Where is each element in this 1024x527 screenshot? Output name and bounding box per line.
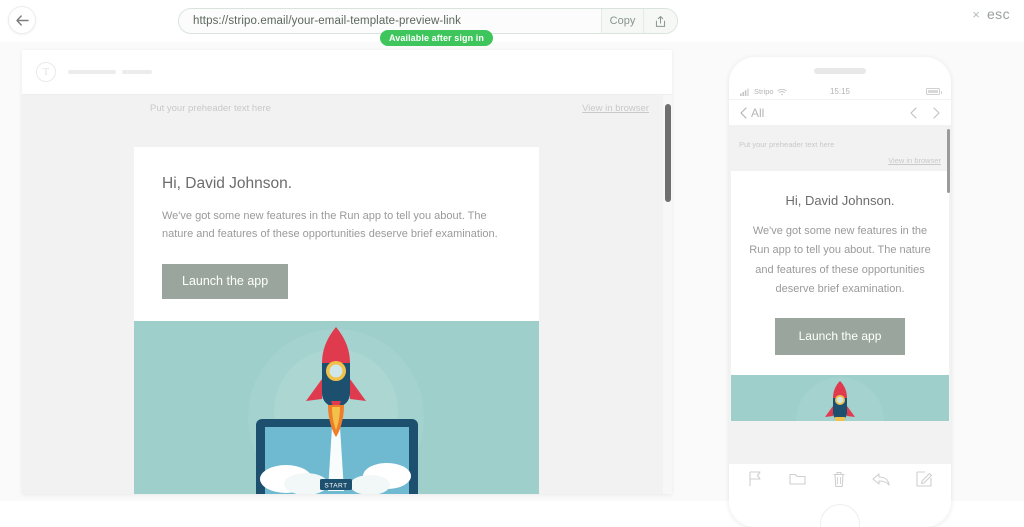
placeholder-bar (122, 70, 152, 74)
email-body: Hi, David Johnson. We've got some new fe… (134, 147, 539, 321)
phone-preheader-row: Put your preheader text here View in bro… (729, 126, 951, 171)
back-button[interactable] (8, 6, 36, 34)
close-preview-button[interactable]: × esc (972, 6, 1010, 22)
preheader-text: Put your preheader text here (150, 102, 271, 114)
share-export-icon (655, 15, 666, 27)
phone-hero-illustration (731, 375, 949, 421)
desktop-preview-panel: T Put your preheader text here View in b… (22, 50, 672, 494)
chevron-left-icon (740, 107, 747, 119)
view-in-browser-link[interactable]: View in browser (582, 103, 649, 114)
esc-label: esc (987, 6, 1010, 22)
user-avatar-icon: T (36, 62, 56, 82)
compose-icon[interactable] (916, 471, 932, 487)
phone-back-label: All (751, 106, 765, 120)
cellular-signal-icon (740, 88, 749, 96)
battery-icon (926, 88, 942, 95)
chevron-right-icon[interactable] (933, 107, 940, 119)
phone-cta-wrap: Launch the app (747, 318, 933, 375)
phone-email-paragraph: We've got some new features in the Run a… (749, 225, 931, 295)
svg-text:START: START (324, 483, 347, 490)
status-badge: Available after sign in (380, 30, 493, 46)
flag-icon[interactable] (748, 471, 763, 487)
close-icon: × (972, 6, 980, 22)
phone-view-in-browser-link[interactable]: View in browser (739, 156, 941, 165)
email-content-card: Hi, David Johnson. We've got some new fe… (134, 147, 539, 494)
email-greeting: Hi, David Johnson. (162, 175, 293, 192)
phone-email-card: Hi, David Johnson. We've got some new fe… (731, 171, 949, 375)
phone-mail-toolbar (729, 463, 951, 494)
folder-icon[interactable] (789, 471, 806, 487)
arrow-left-icon (15, 14, 29, 26)
desktop-scrollbar-thumb[interactable] (664, 104, 671, 202)
phone-email-greeting: Hi, David Johnson. (785, 193, 895, 208)
phone-back-to-all-button[interactable]: All (740, 106, 764, 120)
chevron-left-icon[interactable] (910, 107, 917, 119)
reply-icon[interactable] (872, 472, 890, 487)
email-paragraph: We've got some new features in the Run a… (162, 210, 498, 241)
trash-icon[interactable] (832, 471, 846, 488)
wifi-icon (776, 88, 787, 95)
phone-clock: 15:15 (829, 87, 851, 96)
share-link-button[interactable] (643, 9, 677, 33)
phone-scrollbar-thumb[interactable] (947, 129, 950, 193)
preheader-row: Put your preheader text here View in bro… (22, 95, 672, 121)
phone-mail-navbar: All (729, 101, 951, 126)
phone-email-screen: Put your preheader text here View in bro… (729, 126, 951, 494)
launch-the-app-button[interactable]: Launch the app (162, 264, 289, 300)
phone-status-bar: Stripo 15:15 (729, 84, 951, 100)
phone-launch-the-app-button[interactable]: Launch the app (774, 318, 906, 355)
preview-stage: T Put your preheader text here View in b… (0, 42, 1024, 527)
sender-placeholder-bars (68, 70, 152, 74)
phone-preheader-text: Put your preheader text here (739, 140, 835, 149)
mobile-preview-panel: Stripo 15:15 All Put your preheader text… (729, 57, 951, 527)
mail-client-header: T (22, 50, 672, 95)
phone-speaker-bar (814, 68, 866, 74)
phone-home-button[interactable] (820, 504, 860, 527)
placeholder-bar (68, 70, 116, 74)
phone-carrier-label: Stripo (754, 87, 774, 96)
rocket-laptop-hero-illustration: START (134, 321, 539, 494)
top-toolbar: Copy Available after sign in × esc (0, 0, 1024, 46)
copy-link-button[interactable]: Copy (601, 9, 643, 33)
